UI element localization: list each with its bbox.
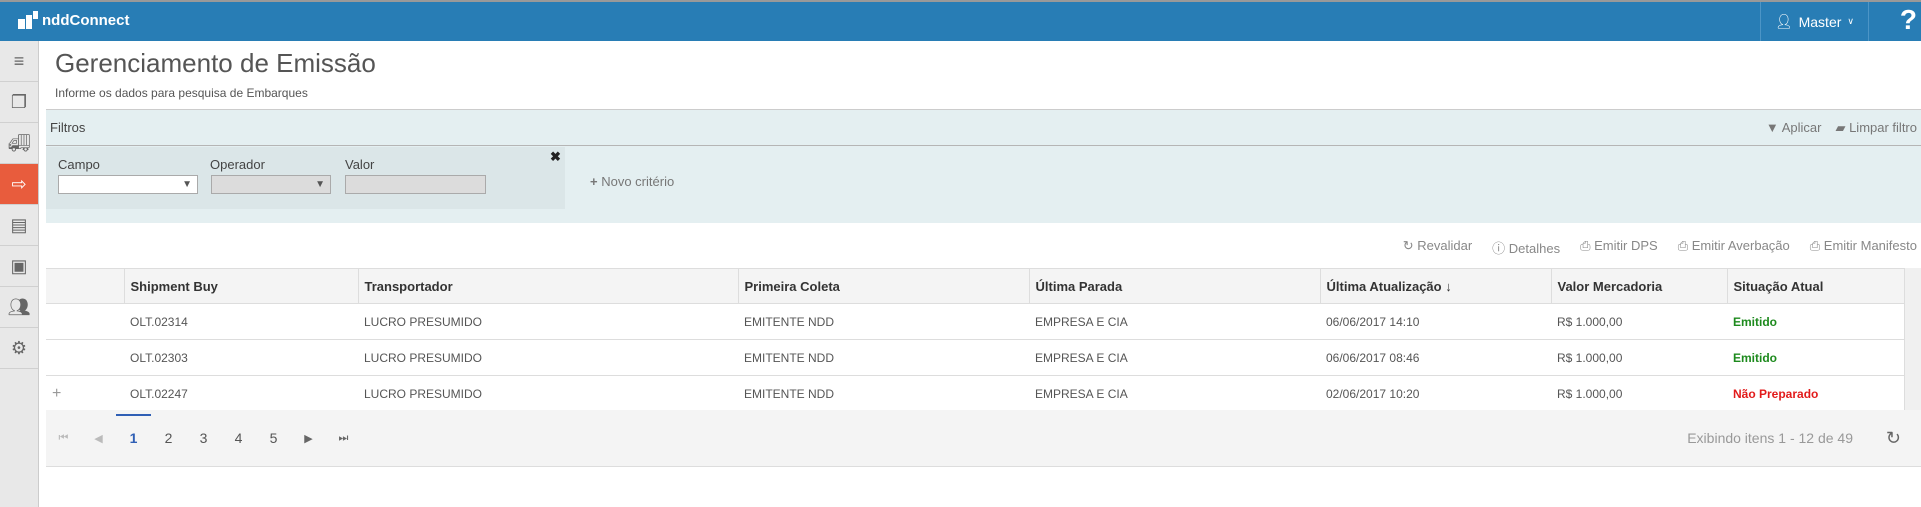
export-icon[interactable]: ⇨ bbox=[0, 164, 38, 205]
users-icon[interactable]: 👥︎ bbox=[0, 287, 38, 328]
table-scrollbar[interactable] bbox=[1904, 268, 1921, 410]
table-header: Shipment Buy Transportador Primeira Cole… bbox=[46, 268, 1904, 304]
page-subtitle: Informe os dados para pesquisa de Embarq… bbox=[55, 86, 308, 100]
user-icon: 👤︎ bbox=[1774, 13, 1793, 29]
last-page-button[interactable]: ⏭ bbox=[326, 432, 361, 445]
chevron-down-icon: ∨ bbox=[1847, 16, 1854, 26]
truck-icon[interactable]: 🚚︎ bbox=[0, 123, 38, 164]
next-page-button[interactable]: ▶ bbox=[291, 432, 326, 445]
help-button[interactable]: ? bbox=[1900, 4, 1917, 36]
sidebar: ≡ ❐ 🚚︎ ⇨ ▤ ▣ 👥︎ ⚙ bbox=[0, 41, 39, 507]
print-icon: ⎙ bbox=[1677, 238, 1689, 253]
page-3[interactable]: 3 bbox=[186, 430, 221, 446]
column-header[interactable]: Valor Mercadoria bbox=[1550, 268, 1727, 304]
revalidate-button[interactable]: ↻ Revalidar bbox=[1403, 238, 1472, 257]
criterion-box: Campo Operador Valor ▼ ▼ ✖ bbox=[46, 147, 565, 209]
plus-icon: + bbox=[590, 174, 598, 189]
menu-icon[interactable]: ≡ bbox=[0, 41, 38, 82]
first-page-button[interactable]: ⏮ bbox=[46, 432, 81, 445]
emit-dps-button[interactable]: ⎙ Emitir DPS bbox=[1580, 238, 1658, 257]
app-name: nddConnect bbox=[42, 11, 130, 29]
pager: ⏮ ◀ 1 2 3 4 5 ▶ ⏭ Exibindo itens 1 - 12 … bbox=[46, 410, 1921, 467]
column-header[interactable]: Última Atualização ↓ bbox=[1319, 268, 1551, 304]
page-2[interactable]: 2 bbox=[151, 430, 186, 446]
operador-select[interactable]: ▼ bbox=[211, 175, 331, 194]
documents-icon[interactable]: ❐ bbox=[0, 82, 38, 123]
money-icon[interactable]: ▣ bbox=[0, 246, 38, 287]
eraser-icon: ▰ bbox=[1835, 119, 1846, 135]
table-row[interactable]: + OLT.02247 LUCRO PRESUMIDO EMITENTE NDD EMP… bbox=[46, 375, 1904, 412]
close-icon[interactable]: ✖ bbox=[550, 149, 561, 165]
new-criterion-button[interactable]: + Novo critério bbox=[590, 174, 674, 189]
column-header[interactable]: Última Parada bbox=[1028, 268, 1320, 304]
page-1[interactable]: 1 bbox=[116, 414, 151, 446]
user-menu[interactable]: 👤︎ Master ∨ bbox=[1759, 2, 1869, 41]
info-icon: ⓘ bbox=[1492, 241, 1506, 256]
expand-row-button[interactable]: + bbox=[46, 375, 124, 412]
emit-manifesto-button[interactable]: ⎙ Emitir Manifesto bbox=[1810, 238, 1917, 257]
page-5[interactable]: 5 bbox=[256, 430, 291, 446]
print-icon: ⎙ bbox=[1809, 238, 1821, 253]
top-bar: nddConnect 👤︎ Master ∨ ? bbox=[0, 0, 1921, 41]
clear-filter-button[interactable]: ▰ Limpar filtro bbox=[1835, 120, 1917, 136]
logo-icon bbox=[18, 11, 38, 29]
column-header[interactable]: Primeira Coleta bbox=[737, 268, 1029, 304]
prev-page-button[interactable]: ◀ bbox=[81, 432, 116, 445]
table-row[interactable]: OLT.02314 LUCRO PRESUMIDO EMITENTE NDD EMPR… bbox=[46, 303, 1904, 340]
filter-title: Filtros bbox=[50, 120, 86, 135]
campo-select[interactable]: ▼ bbox=[58, 175, 198, 194]
filter-icon: ▼ bbox=[1765, 119, 1779, 135]
user-name: Master bbox=[1798, 13, 1842, 30]
status-badge: Não Preparado bbox=[1727, 375, 1904, 412]
logo[interactable]: nddConnect bbox=[18, 11, 130, 29]
valor-input[interactable] bbox=[345, 175, 486, 194]
page-4[interactable]: 4 bbox=[221, 430, 256, 446]
campo-label: Campo bbox=[58, 157, 100, 172]
shipments-table: Shipment Buy Transportador Primeira Cole… bbox=[46, 268, 1904, 412]
column-header[interactable]: Transportador bbox=[357, 268, 738, 304]
table-row[interactable]: OLT.02303 LUCRO PRESUMIDO EMITENTE NDD EMPR… bbox=[46, 339, 1904, 376]
filter-panel: Filtros ▼ Aplicar ▰ Limpar filtro Campo O… bbox=[46, 109, 1921, 223]
status-badge: Emitido bbox=[1727, 303, 1904, 340]
gears-icon[interactable]: ⚙ bbox=[0, 328, 38, 369]
apply-button[interactable]: ▼ Aplicar bbox=[1766, 120, 1822, 136]
details-button[interactable]: ⓘ Detalhes bbox=[1492, 238, 1560, 257]
operador-label: Operador bbox=[210, 157, 265, 172]
file-icon[interactable]: ▤ bbox=[0, 205, 38, 246]
expand-header bbox=[46, 268, 124, 304]
page-title: Gerenciamento de Emissão bbox=[55, 48, 376, 78]
status-badge: Emitido bbox=[1727, 339, 1904, 376]
table-actions: ↻ Revalidar ⓘ Detalhes ⎙ Emitir DPS ⎙ Em… bbox=[1403, 238, 1917, 257]
column-header[interactable]: Situação Atual bbox=[1726, 268, 1904, 304]
refresh-icon[interactable]: ↻ bbox=[1886, 428, 1901, 449]
print-icon: ⎙ bbox=[1580, 238, 1591, 253]
pager-info: Exibindo itens 1 - 12 de 49 bbox=[1687, 430, 1853, 446]
refresh-icon: ↻ bbox=[1402, 238, 1414, 253]
column-header[interactable]: Shipment Buy bbox=[123, 268, 358, 304]
emit-averbacao-button[interactable]: ⎙ Emitir Averbação bbox=[1678, 238, 1790, 257]
valor-label: Valor bbox=[345, 157, 375, 172]
